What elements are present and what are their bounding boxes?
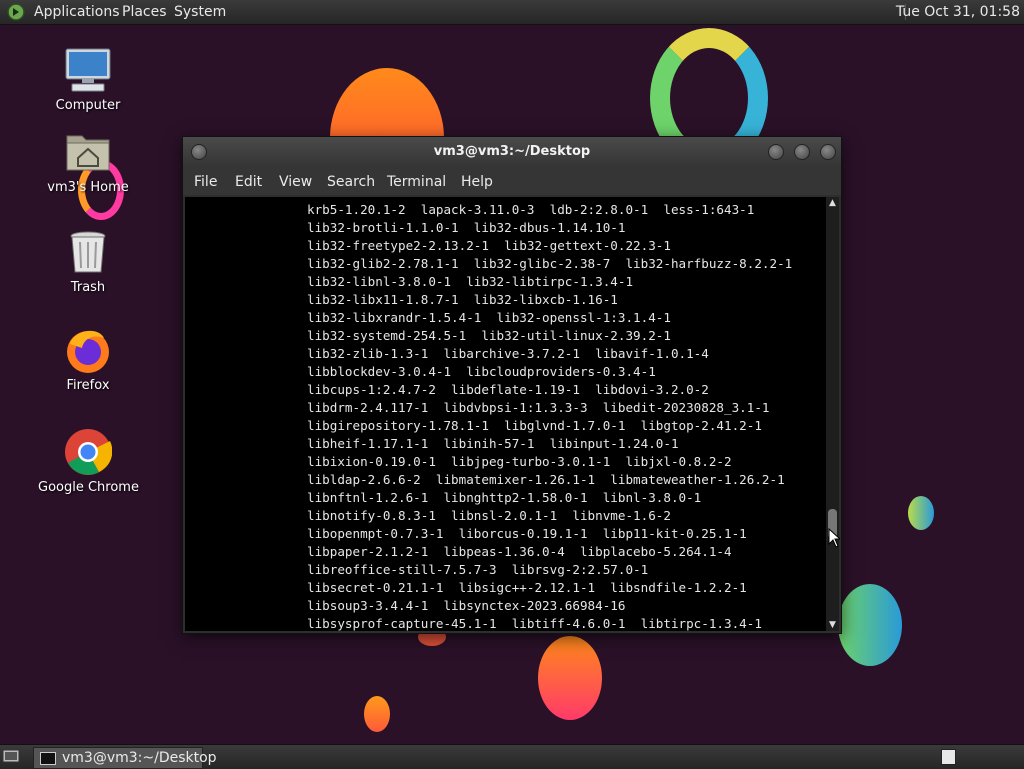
- close-icon[interactable]: [820, 144, 836, 160]
- workspace-switcher[interactable]: [941, 749, 956, 765]
- wallpaper-small-oval: [364, 696, 390, 732]
- desktop-icon-trash[interactable]: Trash: [38, 228, 138, 295]
- desktop-icon-label: Computer: [55, 98, 121, 113]
- terminal-line: libsecret-0.21.1-1 libsigc++-2.12.1-1 li…: [307, 580, 747, 595]
- terminal-line: libreoffice-still-7.5.7-3 librsvg-2:2.57…: [307, 562, 649, 577]
- menu-system[interactable]: System: [172, 0, 228, 24]
- desktop-icon-label: Trash: [70, 280, 106, 295]
- desktop-icon-chrome[interactable]: Google Chrome: [38, 428, 139, 495]
- wallpaper-small-green-oval: [908, 496, 934, 530]
- terminal-line: libpaper-2.1.2-1 libpeas-1.36.0-4 libpla…: [307, 544, 732, 559]
- terminal-line: lib32-libx11-1.8.7-1 lib32-libxcb-1.16-1: [307, 292, 618, 307]
- terminal-line: libopenmpt-0.7.3-1 liborcus-0.19.1-1 lib…: [307, 526, 747, 541]
- terminal-line: libsoup3-3.4.4-1 libsynctex-2023.66984-1…: [307, 598, 626, 613]
- terminal-line: lib32-systemd-254.5-1 lib32-util-linux-2…: [307, 328, 671, 343]
- desktop-icon-label: Firefox: [66, 378, 110, 393]
- terminal-icon: [40, 752, 56, 765]
- mouse-cursor-icon: [828, 528, 840, 548]
- bottom-panel: vm3@vm3:~/Desktop: [0, 744, 1024, 769]
- desktop-icon-computer[interactable]: Computer: [38, 46, 138, 113]
- taskbar-button-terminal[interactable]: vm3@vm3:~/Desktop: [33, 747, 217, 769]
- menu-search[interactable]: Search: [327, 167, 375, 197]
- terminal-line: lib32-brotli-1.1.0-1 lib32-dbus-1.14.10-…: [307, 220, 626, 235]
- terminal-line: libldap-2.6.6-2 libmatemixer-1.26.1-1 li…: [307, 472, 785, 487]
- clock[interactable]: Tue Oct 31, 01:58: [896, 0, 1020, 24]
- terminal-line: libcups-1:2.4.7-2 libdeflate-1.19-1 libd…: [307, 382, 709, 397]
- terminal-line: krb5-1.20.1-2 lapack-3.11.0-3 ldb-2:2.8.…: [307, 202, 755, 217]
- window-title: vm3@vm3:~/Desktop: [433, 144, 591, 159]
- chrome-icon: [64, 428, 113, 476]
- terminal-line: libsysprof-capture-45.1-1 libtiff-4.6.0-…: [307, 616, 762, 631]
- terminal-line: libixion-0.19.0-1 libjpeg-turbo-3.0.1-1 …: [307, 454, 732, 469]
- show-desktop-icon[interactable]: [2, 748, 20, 764]
- menu-view[interactable]: View: [279, 167, 312, 197]
- wallpaper-orange-oval: [538, 636, 602, 720]
- terminal-line: libgirepository-1.78.1-1 libglvnd-1.7.0-…: [307, 418, 762, 433]
- taskbar-label: vm3@vm3:~/Desktop: [62, 750, 217, 766]
- desktop-icon-label: Google Chrome: [38, 480, 139, 495]
- window-titlebar[interactable]: vm3@vm3:~/Desktop: [183, 137, 841, 167]
- terminal-line: lib32-freetype2-2.13.2-1 lib32-gettext-0…: [307, 238, 671, 253]
- desktop-icon-home[interactable]: vm3's Home: [38, 128, 138, 195]
- wallpaper-green-blue-oval: [838, 584, 902, 666]
- desktop-icon-label: vm3's Home: [47, 180, 129, 195]
- firefox-icon: [64, 326, 112, 374]
- terminal-line: libdrm-2.4.117-1 libdvbpsi-1:1.3.3-3 lib…: [307, 400, 770, 415]
- menu-edit[interactable]: Edit: [235, 167, 262, 197]
- distro-logo-icon[interactable]: [7, 3, 25, 21]
- menu-places[interactable]: Places: [120, 0, 169, 24]
- terminal-line: libnotify-0.8.3-1 libnsl-2.0.1-1 libnvme…: [307, 508, 671, 523]
- top-panel: Applications Places System Tue Oct 31, 0…: [0, 0, 1024, 25]
- trash-icon: [64, 228, 112, 276]
- desktop-icon-firefox[interactable]: Firefox: [38, 326, 138, 393]
- terminal-line: libnftnl-1.2.6-1 libnghttp2-1.58.0-1 lib…: [307, 490, 702, 505]
- terminal-line: lib32-glib2-2.78.1-1 lib32-glibc-2.38-7 …: [307, 256, 793, 271]
- terminal-line: libblockdev-3.0.4-1 libcloudproviders-0.…: [307, 364, 656, 379]
- maximize-icon[interactable]: [794, 144, 810, 160]
- window-menu-icon[interactable]: [191, 144, 207, 160]
- terminal-line: lib32-zlib-1.3-1 libarchive-3.7.2-1 liba…: [307, 346, 709, 361]
- terminal-scrollbar[interactable]: ▲ ▼: [826, 197, 839, 631]
- terminal-line: lib32-libxrandr-1.5.4-1 lib32-openssl-1:…: [307, 310, 671, 325]
- window-menubar: File Edit View Search Terminal Help: [183, 167, 841, 195]
- computer-icon: [64, 46, 112, 94]
- menu-applications[interactable]: Applications: [32, 0, 122, 24]
- menu-help[interactable]: Help: [461, 167, 493, 197]
- terminal-line: lib32-libnl-3.8.0-1 lib32-libtirpc-1.3.4…: [307, 274, 634, 289]
- terminal-text: krb5-1.20.1-2 lapack-3.11.0-3 ldb-2:2.8.…: [307, 201, 792, 631]
- menu-terminal[interactable]: Terminal: [387, 167, 446, 197]
- terminal-line: libheif-1.17.1-1 libinih-57-1 libinput-1…: [307, 436, 679, 451]
- minimize-icon[interactable]: [768, 144, 784, 160]
- scroll-down-icon[interactable]: ▼: [826, 619, 839, 631]
- home-folder-icon: [64, 128, 112, 176]
- terminal-window: vm3@vm3:~/Desktop File Edit View Search …: [182, 136, 842, 634]
- scroll-up-icon[interactable]: ▲: [826, 197, 839, 209]
- terminal-output[interactable]: krb5-1.20.1-2 lapack-3.11.0-3 ldb-2:2.8.…: [185, 197, 826, 631]
- menu-file[interactable]: File: [194, 167, 217, 197]
